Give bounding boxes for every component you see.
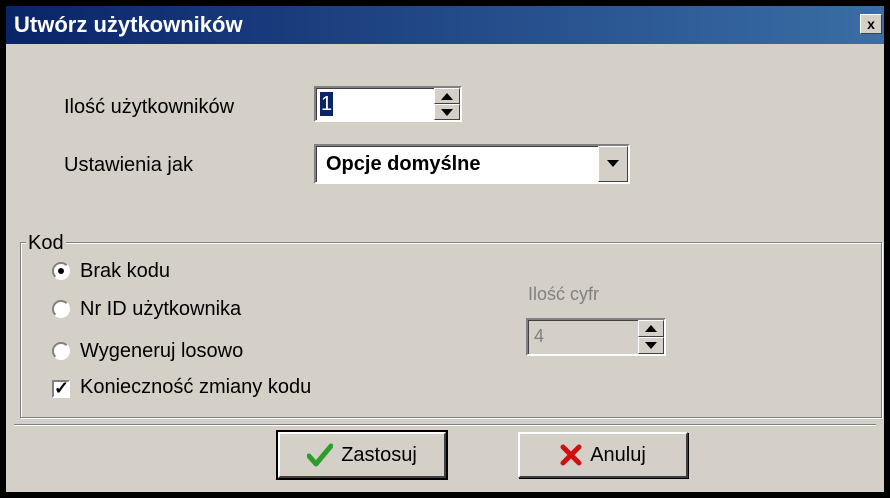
radio-user-id[interactable] [52, 300, 70, 318]
checkmark-icon: ✓ [54, 378, 70, 398]
close-button[interactable]: x [860, 14, 882, 34]
force-change-label[interactable]: Konieczność zmiany kodu [80, 376, 311, 399]
radio-no-code[interactable] [52, 262, 70, 280]
arrow-up-icon [645, 325, 657, 332]
dialog-window: Utwórz użytkowników x Ilość użytkowników… [0, 0, 890, 498]
user-count-value[interactable]: 1 [320, 92, 334, 116]
settings-label: Ustawienia jak [64, 154, 193, 176]
arrow-down-icon [645, 342, 657, 349]
cancel-button[interactable]: Anuluj [518, 432, 688, 478]
close-icon: x [867, 16, 875, 32]
title-bar: Utwórz użytkowników x [6, 6, 884, 44]
cancel-button-label: Anuluj [590, 443, 646, 466]
dropdown-button[interactable] [598, 146, 628, 182]
user-count-label: Ilość użytkowników [64, 96, 235, 118]
digits-value: 4 [534, 326, 545, 346]
arrow-down-icon [441, 109, 453, 116]
code-group-title: Kod [26, 232, 66, 255]
radio-random-label[interactable]: Wygeneruj losowo [80, 340, 243, 363]
spin-down-button[interactable] [434, 104, 460, 120]
x-mark-icon [560, 444, 582, 466]
apply-button-label: Zastosuj [341, 443, 417, 466]
force-change-checkbox[interactable]: ✓ [52, 378, 70, 398]
apply-button[interactable]: Zastosuj [276, 430, 448, 480]
spin-up-button[interactable] [434, 88, 460, 104]
window-title: Utwórz użytkowników [14, 12, 243, 37]
radio-user-id-label[interactable]: Nr ID użytkownika [80, 298, 241, 321]
digits-spinner[interactable]: 4 [526, 318, 666, 356]
settings-selected-value: Opcje domyślne [326, 153, 481, 175]
footer-separator [14, 424, 876, 426]
checkmark-icon [307, 443, 334, 467]
digits-spin-up-button[interactable] [638, 320, 664, 337]
radio-random[interactable] [52, 342, 70, 360]
digits-label: Ilość cyfr [528, 284, 600, 304]
arrow-up-icon [441, 93, 453, 100]
chevron-down-icon [607, 160, 619, 167]
radio-no-code-label[interactable]: Brak kodu [80, 260, 170, 283]
user-count-spinner[interactable]: 1 [314, 86, 462, 122]
settings-dropdown[interactable]: Opcje domyślne [314, 144, 630, 184]
radio-selected-dot [58, 268, 64, 274]
digits-spin-down-button[interactable] [638, 337, 664, 354]
